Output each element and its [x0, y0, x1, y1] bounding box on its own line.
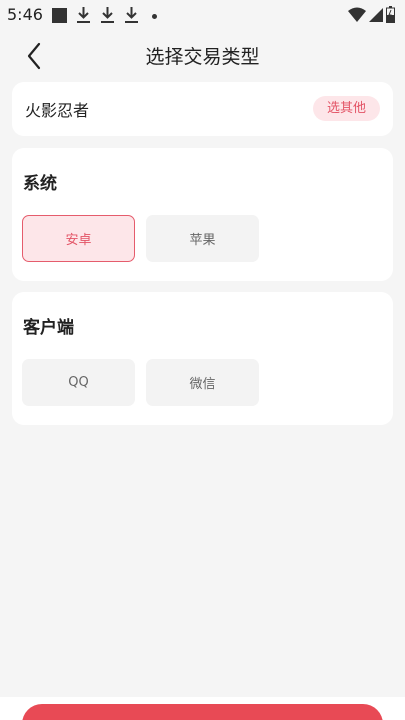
battery-icon	[386, 6, 395, 23]
signal-icon	[369, 7, 383, 22]
confirm-button[interactable]	[22, 704, 383, 720]
status-notification-icons	[52, 6, 157, 24]
option-wechat[interactable]: 微信	[146, 359, 259, 406]
page: 5:46 选择交易类型 火影忍者 选其他 系统 安卓 苹果 客户端 QQ 微信	[0, 0, 405, 720]
download-icon	[101, 7, 114, 23]
game-name: 火影忍者	[25, 101, 90, 120]
system-options: 安卓 苹果	[22, 215, 270, 262]
status-system-icons	[345, 6, 395, 23]
option-qq[interactable]: QQ	[22, 359, 135, 406]
choose-other-button[interactable]: 选其他	[313, 96, 380, 121]
download-icon	[77, 7, 90, 23]
section-title: 系统	[23, 174, 57, 194]
option-apple[interactable]: 苹果	[146, 215, 259, 262]
dot-icon	[152, 13, 157, 19]
section-title: 客户端	[23, 318, 74, 338]
system-section: 系统 安卓 苹果	[12, 148, 393, 281]
wifi-icon	[348, 7, 366, 22]
page-title: 选择交易类型	[145, 46, 260, 68]
game-card: 火影忍者 选其他	[12, 82, 393, 136]
download-icon	[125, 7, 138, 23]
client-section: 客户端 QQ 微信	[12, 292, 393, 425]
stop-square-icon	[52, 7, 67, 23]
option-android[interactable]: 安卓	[22, 215, 135, 262]
status-time: 5:46	[7, 5, 43, 24]
status-bar: 5:46	[0, 0, 405, 30]
client-options: QQ 微信	[22, 359, 270, 406]
header: 选择交易类型	[0, 36, 405, 76]
